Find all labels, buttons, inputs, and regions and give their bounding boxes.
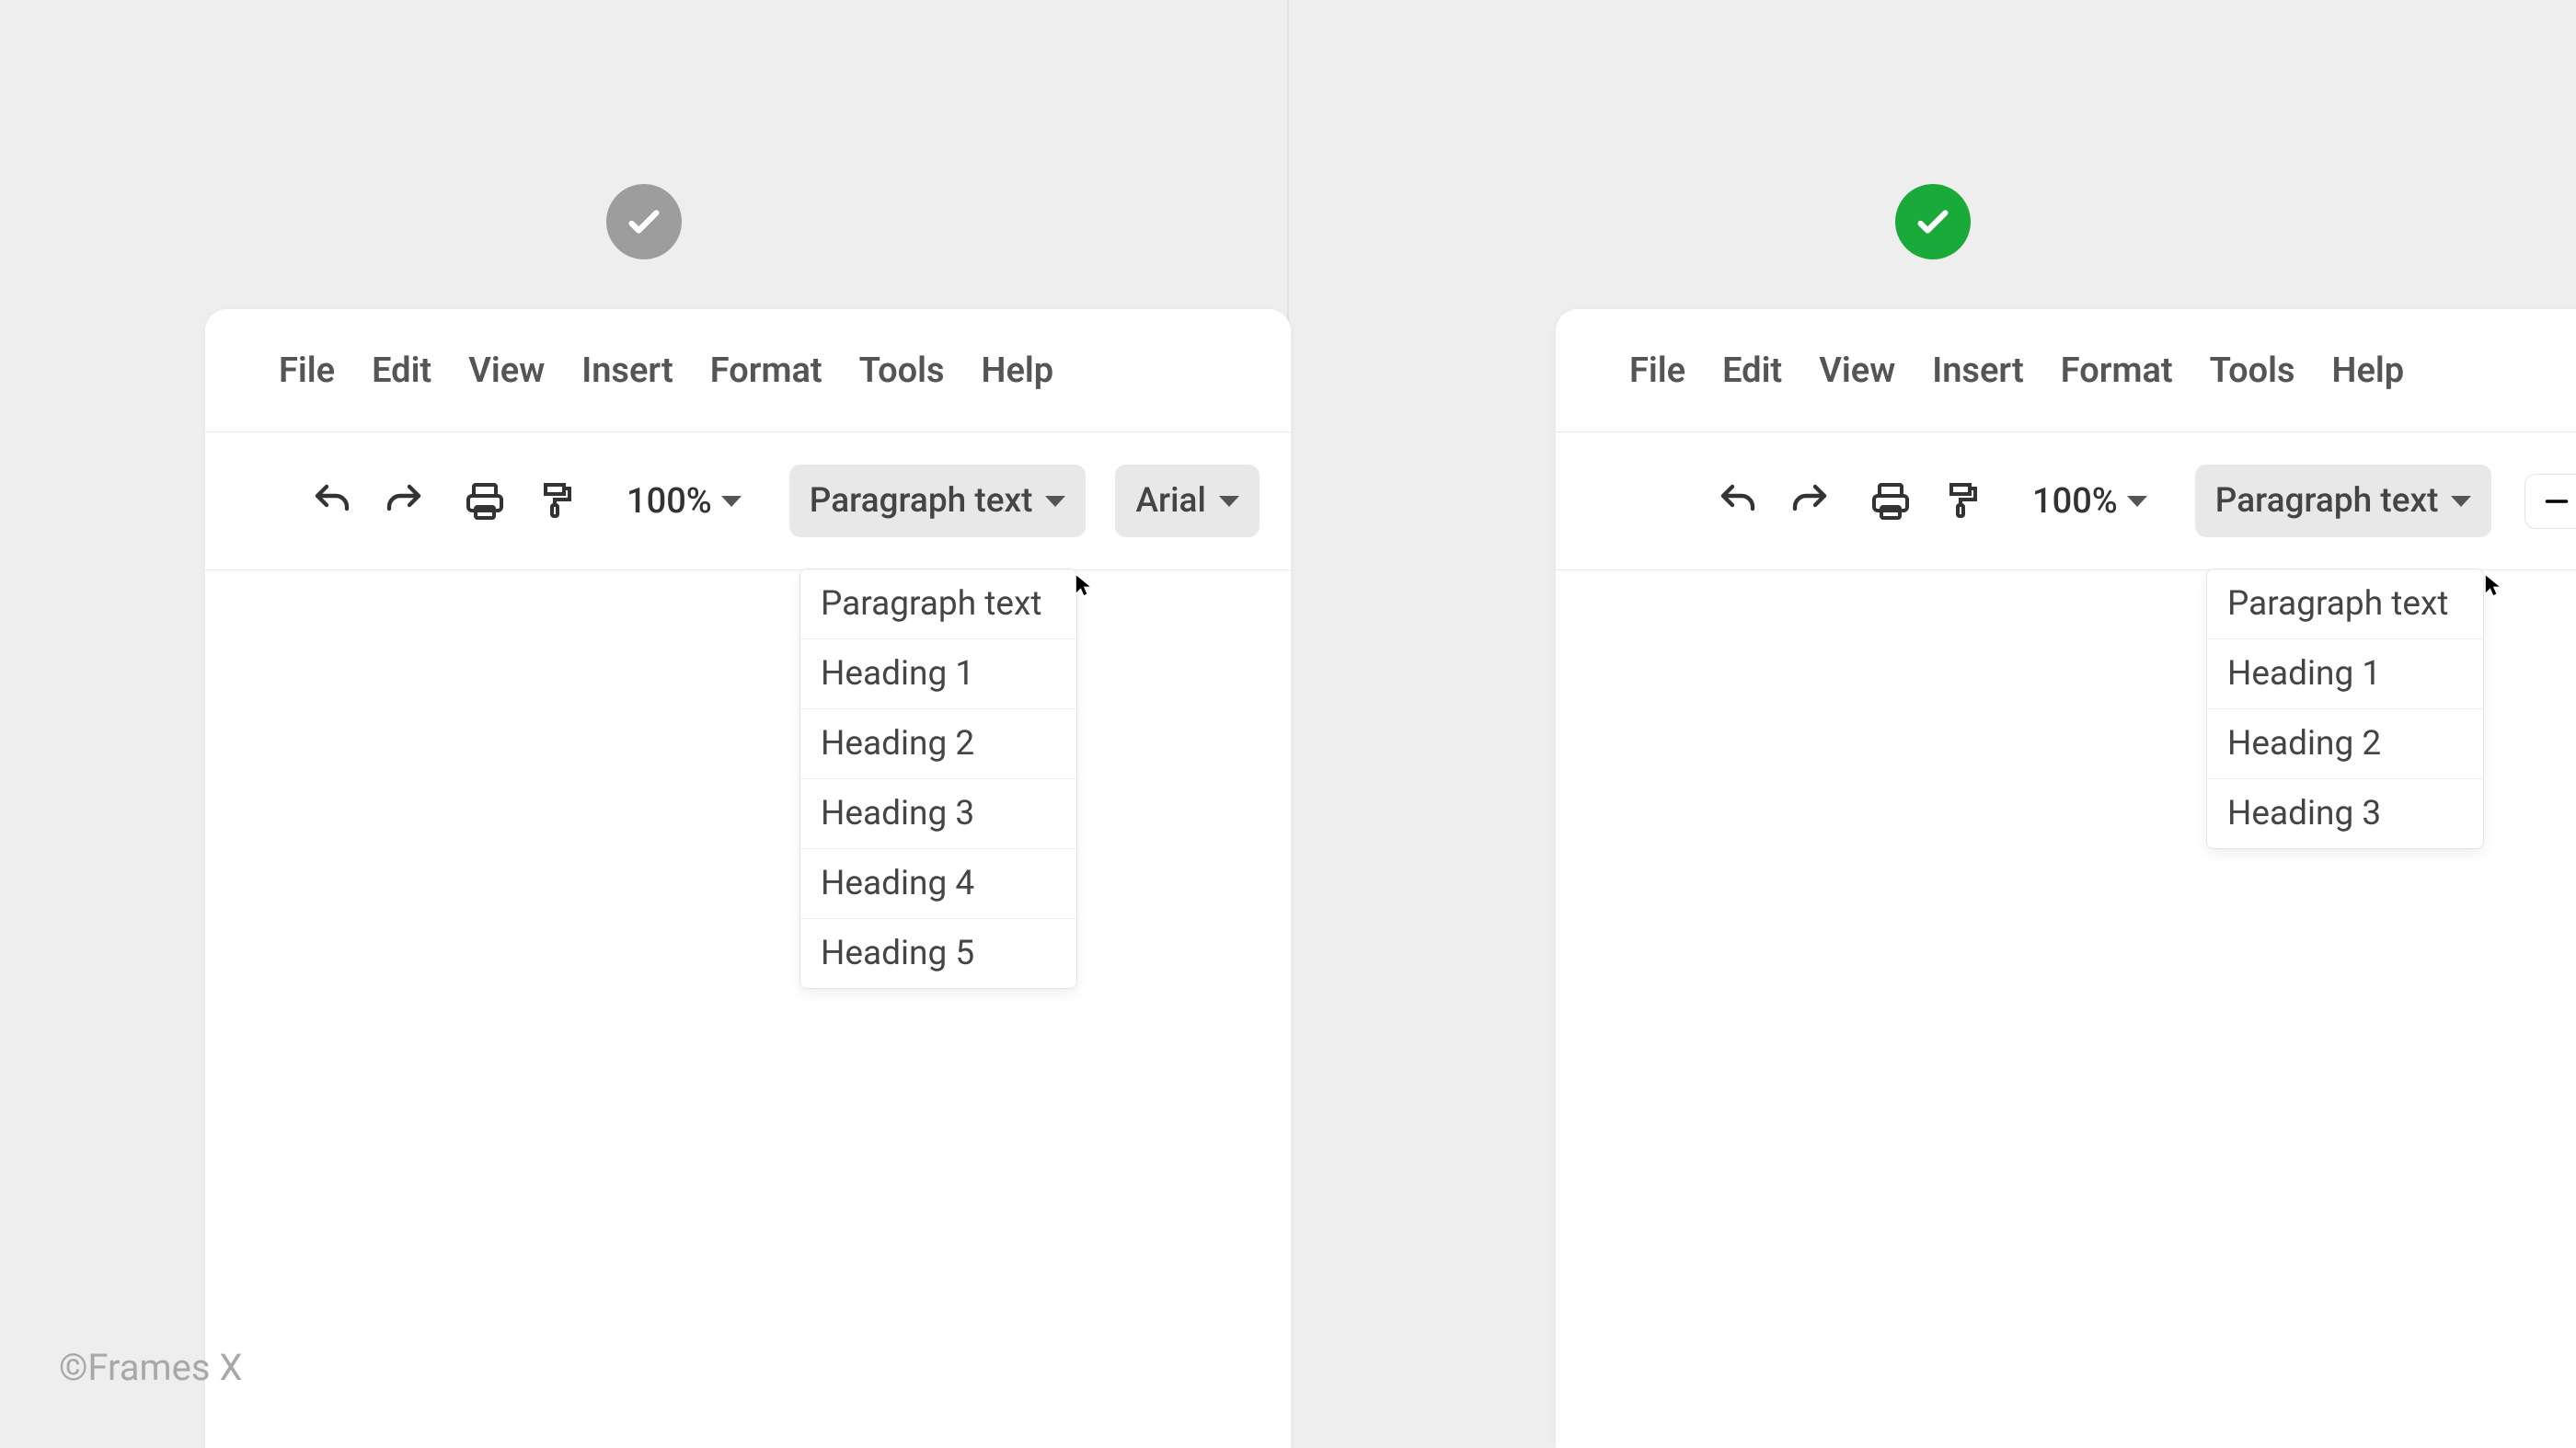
zoom-selector[interactable]: 100%: [627, 481, 742, 522]
menu-help[interactable]: Help: [2332, 351, 2405, 391]
menu-file[interactable]: File: [279, 351, 335, 391]
text-style-selector[interactable]: Paragraph text: [2195, 465, 2492, 537]
paint-format-button[interactable]: [529, 474, 584, 529]
redo-button[interactable]: [1782, 474, 1837, 529]
dropdown-option[interactable]: Heading 3: [800, 779, 1076, 849]
text-style-dropdown: Paragraph text Heading 1 Heading 2 Headi…: [799, 569, 1077, 989]
status-badge-green: [1895, 184, 1971, 259]
font-selector[interactable]: Arial: [1115, 465, 1259, 537]
menu-insert[interactable]: Insert: [1932, 351, 2024, 391]
text-style-selector[interactable]: Paragraph text: [789, 465, 1087, 537]
redo-button[interactable]: [376, 474, 431, 529]
print-icon: [1869, 479, 1913, 523]
undo-icon: [310, 479, 354, 523]
menu-format[interactable]: Format: [710, 351, 822, 391]
minus-icon: [2540, 485, 2573, 518]
editor-window: File Edit View Insert Format Tools Help: [205, 309, 1291, 1448]
dropdown-option[interactable]: Heading 4: [800, 849, 1076, 919]
toolbar: 100% Paragraph text Arial Paragraph text…: [205, 432, 1291, 570]
chevron-down-icon: [2127, 496, 2147, 507]
dropdown-option[interactable]: Heading 2: [2207, 709, 2483, 779]
redo-icon: [1788, 479, 1832, 523]
menu-format[interactable]: Format: [2061, 351, 2173, 391]
print-button[interactable]: [1863, 474, 1918, 529]
dropdown-option[interactable]: Paragraph text: [2207, 569, 2483, 639]
dropdown-option[interactable]: Heading 1: [2207, 639, 2483, 709]
menu-view[interactable]: View: [468, 351, 545, 391]
menubar: File Edit View Insert Format Tools Help: [205, 309, 1291, 432]
editor-window: File Edit View Insert Format Tools Help: [1556, 309, 2576, 1448]
print-icon: [463, 479, 507, 523]
undo-button[interactable]: [1710, 474, 1765, 529]
copyright: ©Frames X: [59, 1346, 243, 1389]
undo-icon: [1716, 479, 1760, 523]
menu-edit[interactable]: Edit: [372, 351, 431, 391]
chevron-down-icon: [1219, 496, 1239, 507]
print-button[interactable]: [457, 474, 512, 529]
menu-help[interactable]: Help: [982, 351, 1054, 391]
dropdown-option[interactable]: Paragraph text: [800, 569, 1076, 639]
undo-button[interactable]: [305, 474, 360, 529]
menu-tools[interactable]: Tools: [859, 351, 945, 391]
zoom-selector[interactable]: 100%: [2032, 481, 2147, 522]
dropdown-option[interactable]: Heading 3: [2207, 779, 2483, 848]
dropdown-option[interactable]: Heading 1: [800, 639, 1076, 709]
toolbar: 100% Paragraph text Paragraph text Headi…: [1556, 432, 2576, 570]
font-value: Arial: [1135, 481, 1205, 521]
redo-icon: [382, 479, 426, 523]
menu-view[interactable]: View: [1819, 351, 1895, 391]
paint-format-button[interactable]: [1935, 474, 1990, 529]
text-style-dropdown: Paragraph text Heading 1 Heading 2 Headi…: [2206, 569, 2484, 849]
cursor-icon: [2483, 567, 2507, 602]
zoom-value: 100%: [2032, 481, 2118, 522]
text-style-value: Paragraph text: [2215, 481, 2439, 521]
check-icon: [623, 201, 665, 243]
menu-insert[interactable]: Insert: [581, 351, 673, 391]
chevron-down-icon: [721, 496, 742, 507]
paint-icon: [535, 479, 579, 523]
dropdown-option[interactable]: Heading 5: [800, 919, 1076, 988]
menu-file[interactable]: File: [1629, 351, 1685, 391]
status-badge-gray: [606, 184, 682, 259]
check-icon: [1912, 201, 1954, 243]
dropdown-option[interactable]: Heading 2: [800, 709, 1076, 779]
paint-icon: [1940, 479, 1984, 523]
chevron-down-icon: [2451, 496, 2471, 507]
menu-edit[interactable]: Edit: [1722, 351, 1782, 391]
menu-tools[interactable]: Tools: [2210, 351, 2295, 391]
zoom-value: 100%: [627, 481, 712, 522]
text-style-value: Paragraph text: [810, 481, 1033, 521]
chevron-down-icon: [1045, 496, 1065, 507]
decrease-button[interactable]: [2524, 474, 2576, 529]
menubar: File Edit View Insert Format Tools Help: [1556, 309, 2576, 432]
